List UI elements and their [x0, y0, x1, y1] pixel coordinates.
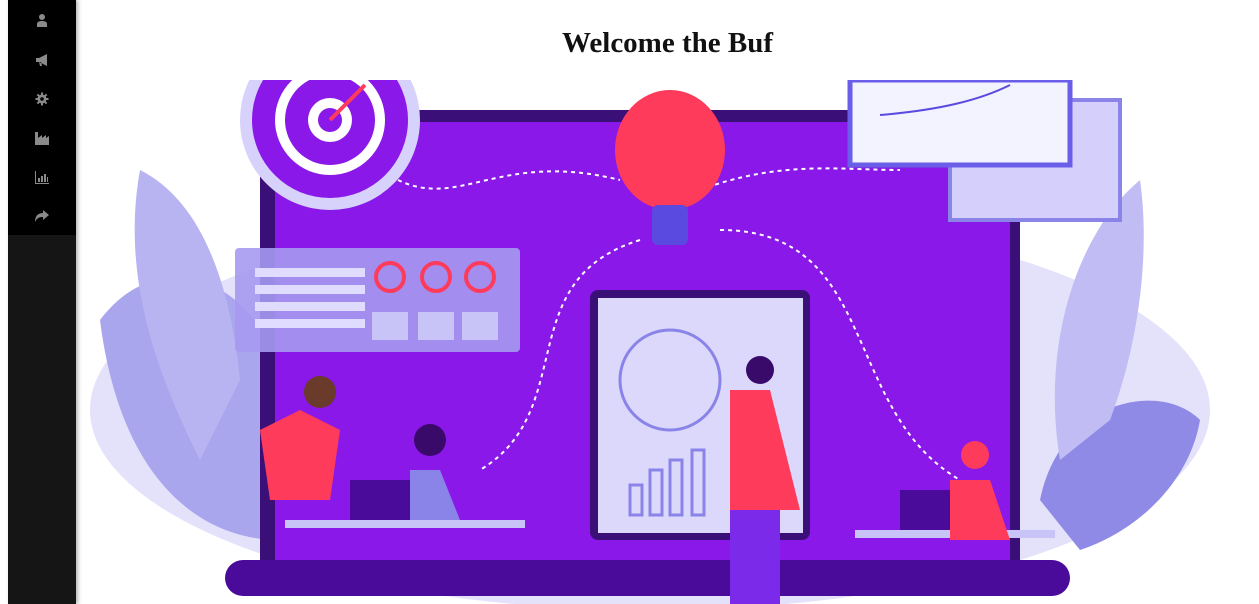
sidebar-item-stats[interactable]	[8, 157, 76, 196]
sidebar	[8, 0, 76, 604]
user-icon	[37, 14, 47, 27]
sidebar-item-industry[interactable]	[8, 118, 76, 157]
share-icon	[35, 209, 49, 222]
sidebar-item-settings[interactable]	[8, 79, 76, 118]
sidebar-item-user[interactable]	[8, 0, 76, 40]
sidebar-item-announcements[interactable]	[8, 40, 76, 79]
hero-illustration	[90, 80, 1210, 604]
industry-icon	[35, 131, 49, 145]
gear-icon	[35, 92, 49, 105]
page-title: Welcome the Buf	[561, 27, 773, 59]
bar-chart-icon	[35, 170, 49, 184]
sidebar-item-share[interactable]	[8, 196, 76, 235]
bullhorn-icon	[36, 53, 47, 66]
